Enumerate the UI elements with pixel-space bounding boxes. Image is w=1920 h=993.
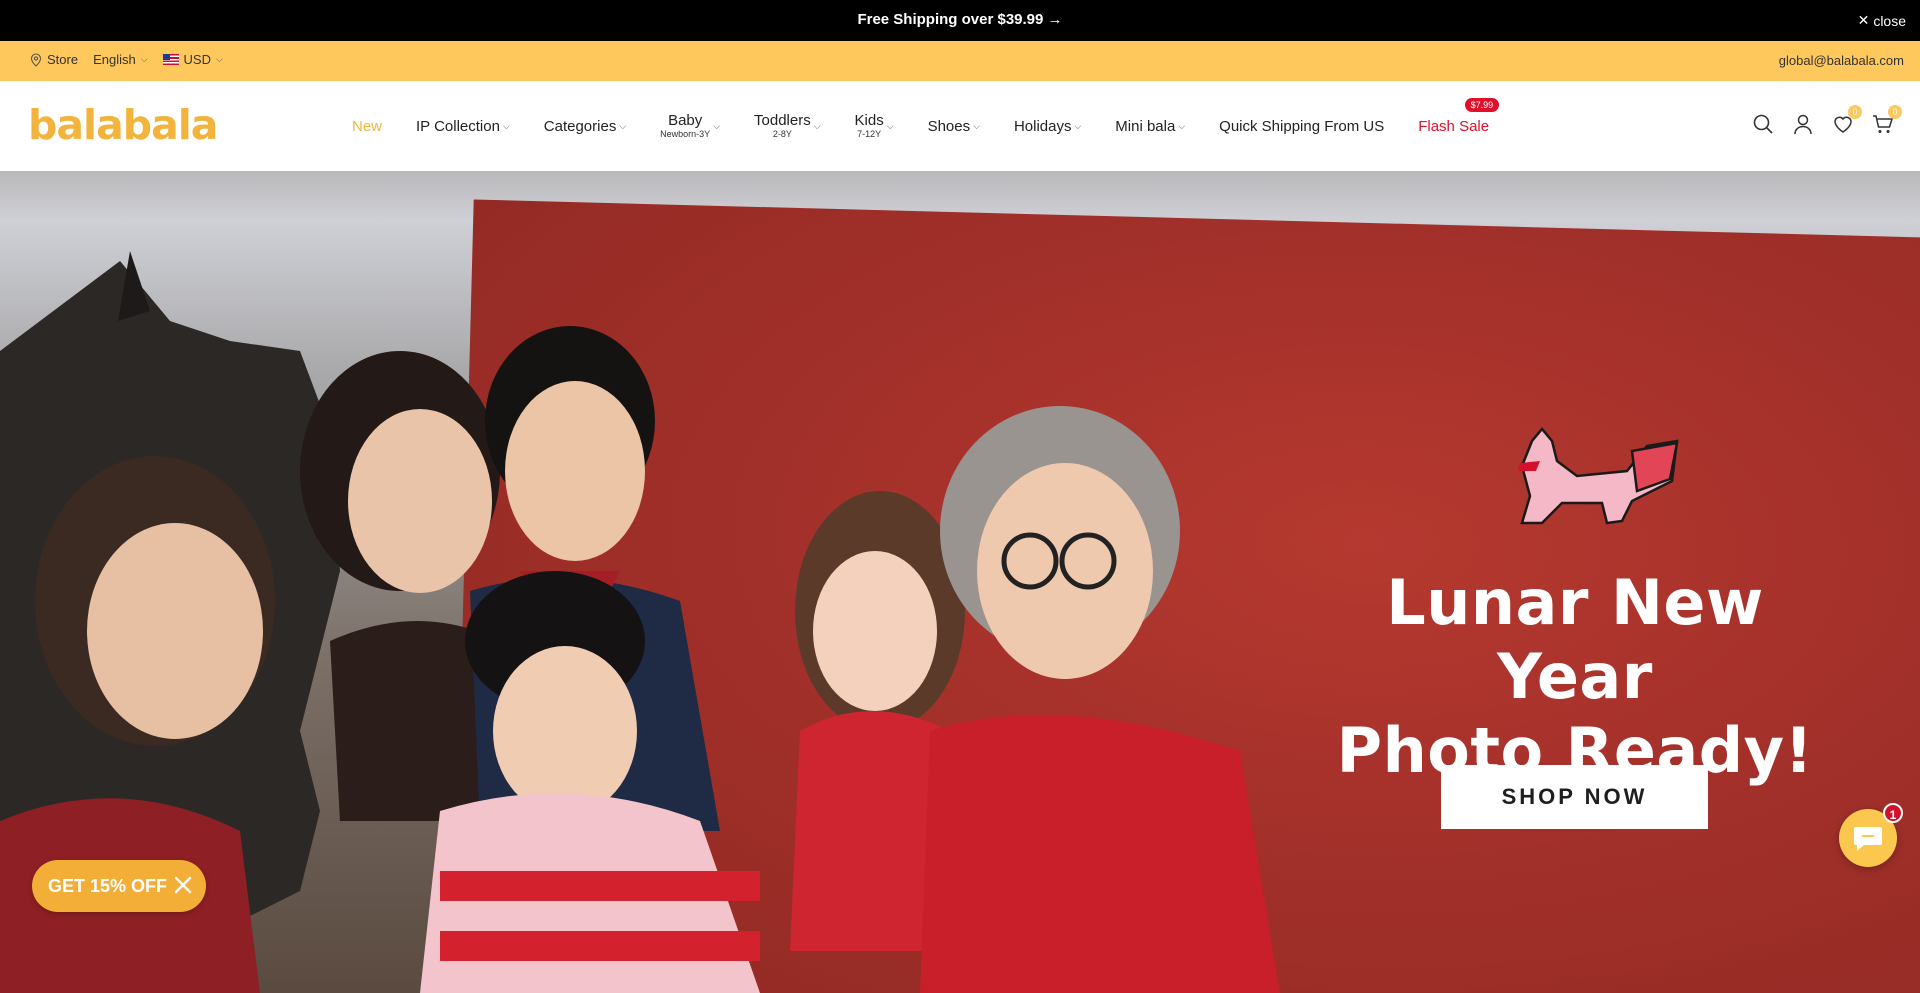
chevron-down-icon: ⌵ bbox=[502, 120, 510, 131]
hero-title: Lunar New Year Photo Ready! bbox=[1300, 566, 1850, 788]
search-icon bbox=[1753, 114, 1773, 134]
nav-item-shoes[interactable]: Shoes ⌵ bbox=[928, 118, 980, 135]
nav-label: IP Collection bbox=[416, 117, 500, 135]
lunar-horse-illustration bbox=[1518, 427, 1679, 525]
site-header: balabala New IP Collection ⌵ Categories … bbox=[0, 81, 1920, 171]
main-nav: New IP Collection ⌵ Categories ⌵ Baby Ne… bbox=[352, 81, 1523, 171]
chevron-down-icon: ⌵ bbox=[216, 54, 223, 64]
chevron-down-icon: ⌵ bbox=[619, 120, 627, 131]
nav-age-range: 7-12Y bbox=[857, 129, 882, 139]
store-link[interactable]: Store bbox=[30, 52, 78, 67]
nav-item-mini-bala[interactable]: Mini bala ⌵ bbox=[1115, 118, 1185, 135]
us-flag-icon bbox=[162, 54, 179, 65]
user-icon bbox=[1794, 114, 1812, 135]
announcement-text[interactable]: Free Shipping over $39.99 → bbox=[0, 11, 1920, 28]
close-label: close bbox=[1873, 12, 1906, 29]
nav-label: New bbox=[352, 117, 383, 135]
chevron-down-icon: ⌵ bbox=[973, 120, 980, 131]
contact-email[interactable]: global@balabala.com bbox=[1779, 53, 1904, 68]
chevron-down-icon: ⌵ bbox=[713, 120, 721, 131]
announcement-bar: Free Shipping over $39.99 → ✕ close bbox=[0, 0, 1920, 41]
nav-label: Toddlers bbox=[754, 112, 811, 129]
nav-label: Flash Sale bbox=[1418, 117, 1490, 135]
nav-item-quick-shipping[interactable]: Quick Shipping From US bbox=[1219, 118, 1384, 135]
nav-item-categories[interactable]: Categories ⌵ bbox=[544, 118, 626, 135]
chat-widget-button[interactable]: 1 bbox=[1839, 803, 1903, 867]
chat-notification-badge: 1 bbox=[1883, 803, 1903, 823]
shop-now-button[interactable]: SHOP NOW bbox=[1441, 765, 1708, 829]
chevron-down-icon: ⌵ bbox=[886, 120, 894, 131]
nav-label: Categories bbox=[543, 117, 617, 135]
nav-age-range: Newborn-3Y bbox=[660, 129, 711, 139]
chevron-down-icon: ⌵ bbox=[1074, 120, 1082, 131]
chevron-down-icon: ⌵ bbox=[140, 54, 148, 64]
nav-item-toddlers[interactable]: Toddlers 2-8Y ⌵ bbox=[754, 113, 821, 139]
cart-count: 0 bbox=[1888, 105, 1902, 119]
nav-label: Quick Shipping From US bbox=[1219, 117, 1385, 135]
chat-bubble-icon bbox=[1854, 827, 1882, 851]
currency-selector[interactable]: USD ⌵ bbox=[162, 52, 223, 67]
nav-item-baby[interactable]: Baby Newborn-3Y ⌵ bbox=[660, 113, 720, 139]
nav-item-holidays[interactable]: Holidays ⌵ bbox=[1014, 118, 1081, 135]
nav-label: Baby bbox=[668, 112, 703, 129]
currency-label: USD bbox=[183, 52, 211, 67]
search-button[interactable] bbox=[1752, 113, 1774, 135]
wishlist-count: 0 bbox=[1848, 105, 1862, 119]
account-button[interactable] bbox=[1792, 113, 1814, 135]
utility-bar: Store English ⌵ USD ⌵ global@balabala.co… bbox=[0, 41, 1920, 81]
announcement-close-button[interactable]: ✕ close bbox=[1858, 12, 1906, 29]
store-label: Store bbox=[47, 52, 79, 67]
close-icon: ✕ bbox=[1857, 12, 1870, 28]
nav-item-kids[interactable]: Kids 7-12Y ⌵ bbox=[855, 113, 894, 139]
discount-label: GET 15% OFF bbox=[48, 875, 168, 896]
chevron-down-icon: ⌵ bbox=[813, 120, 821, 131]
flash-sale-badge: $7.99 bbox=[1464, 97, 1500, 112]
nav-age-range: 2-8Y bbox=[772, 129, 792, 139]
nav-label: Shoes bbox=[927, 117, 971, 135]
hero-title-line-1: Lunar New Year bbox=[1386, 566, 1764, 713]
cart-button[interactable]: 0 bbox=[1872, 105, 1902, 135]
nav-label: Kids bbox=[854, 112, 884, 129]
nav-item-flash-sale[interactable]: Flash Sale $7.99 bbox=[1418, 97, 1500, 135]
nav-label: Mini bala bbox=[1115, 117, 1176, 135]
brand-logo[interactable]: balabala bbox=[28, 101, 218, 149]
nav-item-ip-collection[interactable]: IP Collection ⌵ bbox=[416, 118, 510, 135]
chevron-down-icon: ⌵ bbox=[1178, 120, 1186, 131]
nav-label: Holidays bbox=[1013, 117, 1072, 135]
language-selector[interactable]: English ⌵ bbox=[93, 52, 147, 67]
nav-item-new[interactable]: New bbox=[352, 118, 382, 135]
discount-popup-button[interactable]: GET 15% OFF bbox=[32, 860, 206, 912]
location-pin-icon bbox=[30, 52, 42, 67]
wishlist-button[interactable]: 0 bbox=[1832, 105, 1862, 135]
language-label: English bbox=[93, 52, 136, 67]
hero-banner[interactable]: Lunar New Year Photo Ready! SHOP NOW bbox=[0, 171, 1920, 993]
close-icon[interactable] bbox=[172, 874, 194, 896]
